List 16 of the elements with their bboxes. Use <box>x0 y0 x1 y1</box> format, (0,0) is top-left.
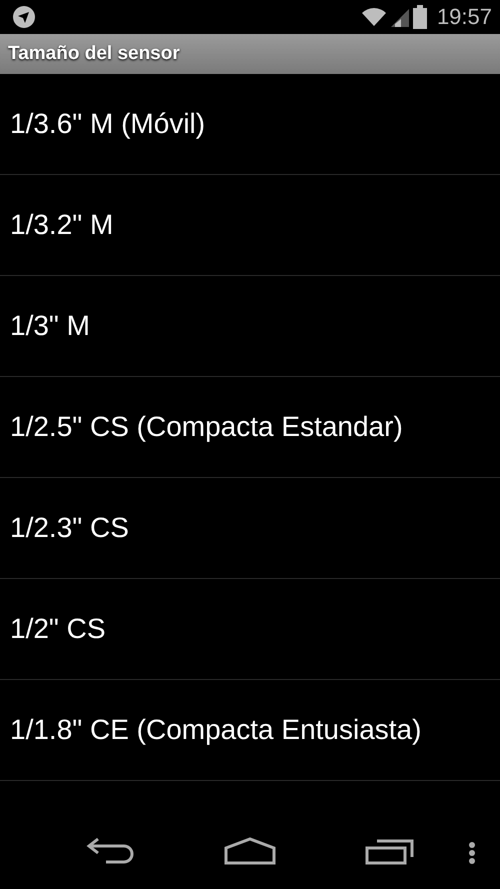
wifi-icon <box>360 7 387 27</box>
list-item[interactable]: 1/2.5" CS (Compacta Estandar) <box>0 377 500 478</box>
back-icon[interactable] <box>86 837 134 865</box>
list-item[interactable]: 1/3.6" M (Móvil) <box>0 74 500 175</box>
signal-icon <box>390 7 409 27</box>
list-item[interactable]: 1/2" CS <box>0 579 500 680</box>
clock-time: 19:57 <box>436 4 492 30</box>
list-item[interactable]: 1/3.2" M <box>0 175 500 276</box>
list-item[interactable]: 1/2.3" CS <box>0 478 500 579</box>
dialog-title: Tamaño del sensor <box>8 43 180 65</box>
list-item[interactable]: 1/3" M <box>0 276 500 377</box>
battery-icon <box>412 5 427 29</box>
home-icon[interactable] <box>224 837 276 865</box>
more-options-icon[interactable] <box>468 841 476 865</box>
list-item[interactable]: 1/1.8" CE (Compacta Entusiasta) <box>0 680 500 781</box>
recent-apps-icon[interactable] <box>365 837 415 865</box>
